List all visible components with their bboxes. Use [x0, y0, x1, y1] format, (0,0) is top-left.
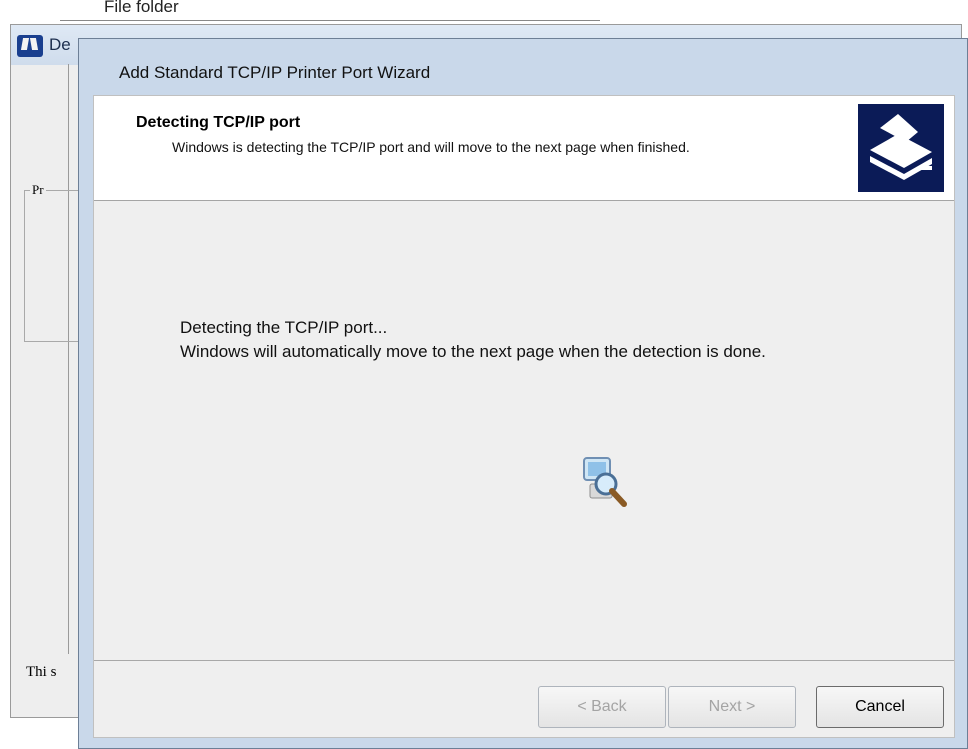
background-group-label: Pr [30, 182, 46, 198]
wizard-window: Add Standard TCP/IP Printer Port Wizard … [78, 38, 968, 749]
app-icon [17, 35, 43, 57]
footer-divider [94, 660, 954, 661]
back-button[interactable]: < Back [538, 686, 666, 728]
background-divider [60, 20, 600, 21]
search-computer-icon [580, 456, 630, 508]
header-title: Detecting TCP/IP port [136, 114, 301, 131]
wizard-title: Add Standard TCP/IP Printer Port Wizard [119, 63, 431, 82]
background-footer-text: Thi s [26, 664, 57, 680]
next-button[interactable]: Next > [668, 686, 796, 728]
detecting-status-text: Detecting the TCP/IP port... [180, 318, 388, 337]
wizard-client-area: Detecting TCP/IP port Windows is detecti… [93, 95, 955, 738]
background-divider-vertical [68, 64, 69, 654]
header-subtitle: Windows is detecting the TCP/IP port and… [172, 139, 690, 155]
cancel-button[interactable]: Cancel [816, 686, 944, 728]
background-window-title: De [49, 35, 71, 54]
detecting-info-text: Windows will automatically move to the n… [180, 342, 766, 361]
printer-icon [858, 104, 944, 192]
wizard-header: Detecting TCP/IP port Windows is detecti… [94, 96, 954, 201]
background-group-box [24, 190, 85, 342]
background-file-folder-text: File folder [104, 0, 179, 14]
